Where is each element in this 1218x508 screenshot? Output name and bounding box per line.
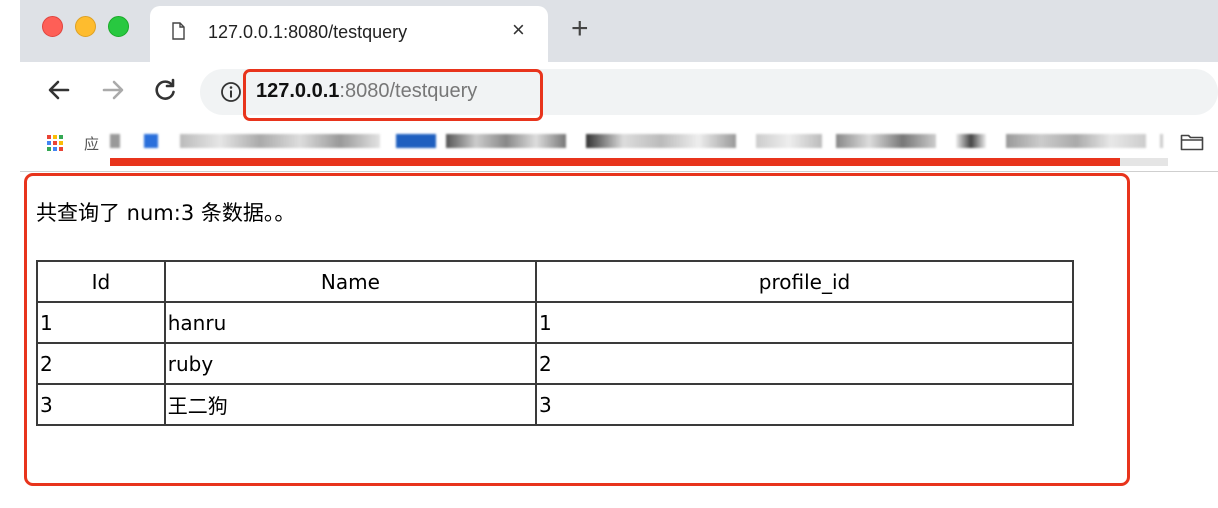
tab-close-icon[interactable]: ×	[512, 19, 525, 41]
apps-label[interactable]: 应	[84, 133, 99, 154]
chrome-divider	[20, 171, 1218, 172]
bookmark-item[interactable]	[1160, 134, 1163, 148]
bookmark-item[interactable]	[446, 134, 566, 148]
cell-profile-id: 2	[535, 342, 1074, 385]
bookmarks-bar: 应	[20, 122, 1218, 162]
cell-id: 2	[36, 342, 166, 385]
page-load-progress	[110, 158, 1168, 166]
zoom-window-button[interactable]	[108, 16, 129, 37]
tab-title: 127.0.0.1:8080/testquery	[208, 22, 408, 42]
browser-tab[interactable]: 127.0.0.1:8080/testquery ×	[150, 6, 548, 62]
bookmark-item[interactable]	[144, 134, 158, 148]
table-row: 1 hanru 1	[36, 301, 1074, 344]
forward-arrow-icon[interactable]	[98, 75, 128, 105]
minimize-window-button[interactable]	[75, 16, 96, 37]
page-icon	[172, 22, 185, 40]
info-icon[interactable]	[220, 81, 242, 103]
cell-id: 3	[36, 383, 166, 426]
table-row: 3 王二狗 3	[36, 383, 1074, 426]
bookmark-item[interactable]	[586, 134, 736, 148]
url-highlight-box	[243, 69, 543, 121]
bookmark-item[interactable]	[956, 134, 986, 148]
table-row: 2 ruby 2	[36, 342, 1074, 385]
page-load-progress-fill	[110, 158, 1121, 166]
folder-icon[interactable]	[1180, 133, 1204, 151]
column-header-name: Name	[163, 260, 538, 303]
bookmark-item[interactable]	[110, 134, 120, 148]
close-window-button[interactable]	[42, 16, 63, 37]
cell-profile-id: 1	[535, 301, 1074, 344]
tab-strip: 127.0.0.1:8080/testquery × +	[20, 0, 1218, 62]
browser-toolbar: 127.0.0.1:8080/testquery	[20, 62, 1218, 122]
back-arrow-icon[interactable]	[44, 75, 74, 105]
bookmark-item[interactable]	[396, 134, 436, 148]
cell-name: ruby	[163, 342, 538, 385]
results-table: Id Name profile_id 1 hanru 1 2 ruby 2 3 …	[36, 260, 1074, 426]
table-header-row: Id Name profile_id	[36, 260, 1074, 303]
cell-profile-id: 3	[535, 383, 1074, 426]
bookmark-item[interactable]	[756, 134, 822, 148]
bookmark-item[interactable]	[1006, 134, 1146, 148]
reload-icon[interactable]	[150, 75, 180, 105]
cell-name: 王二狗	[163, 383, 538, 426]
cell-name: hanru	[163, 301, 538, 344]
new-tab-button[interactable]: +	[571, 14, 589, 44]
column-header-profile-id: profile_id	[535, 260, 1074, 303]
column-header-id: Id	[36, 260, 166, 303]
cell-id: 1	[36, 301, 166, 344]
apps-grid-icon[interactable]	[46, 134, 64, 152]
bookmark-item[interactable]	[180, 134, 380, 148]
query-summary: 共查询了 num:3 条数据。。	[36, 201, 296, 225]
bookmark-item[interactable]	[836, 134, 936, 148]
